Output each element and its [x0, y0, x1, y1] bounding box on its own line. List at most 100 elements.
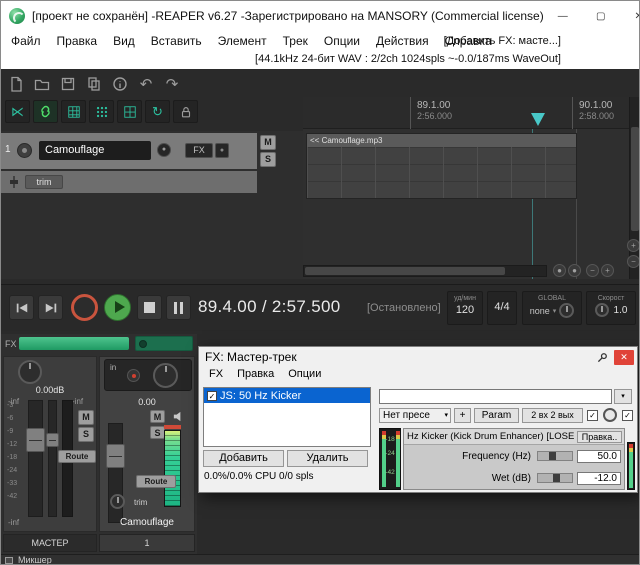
vzoom-in-button[interactable]: +: [627, 239, 640, 252]
master-gain-readout[interactable]: 0.00dB: [4, 385, 96, 395]
media-item-label[interactable]: << Camouflage.mp3: [307, 134, 576, 147]
fx-com ment-field[interactable]: [379, 389, 612, 404]
track-fx-bypass-icon[interactable]: ●: [215, 143, 229, 158]
trim-envelope-button[interactable]: trim: [25, 175, 63, 189]
play-button[interactable]: [104, 294, 131, 321]
channel-fader-handle[interactable]: [106, 444, 125, 468]
playrate-value[interactable]: 1.0: [614, 305, 628, 316]
vertical-scrollbar-thumb[interactable]: [631, 127, 639, 231]
menu-edit[interactable]: Правка: [49, 31, 106, 51]
channel-pan-knob[interactable]: [153, 363, 178, 388]
preset-save-button[interactable]: +: [454, 408, 471, 423]
input-monitor-knob[interactable]: [127, 369, 140, 382]
channel-1-tab[interactable]: 1: [99, 534, 195, 552]
go-to-end-button[interactable]: [38, 295, 63, 320]
slider-handle[interactable]: [549, 452, 556, 460]
hzoom-out-button[interactable]: −: [586, 264, 599, 277]
frequency-value[interactable]: 50.0: [577, 450, 621, 463]
grid-snap-icon[interactable]: [61, 100, 86, 123]
track-header[interactable]: 1 Camouflage ● FX ●: [1, 133, 257, 169]
horizontal-scrollbar-thumb[interactable]: [305, 267, 505, 275]
time-signature-box[interactable]: 4/4: [487, 291, 517, 325]
bpm-value[interactable]: 120: [448, 304, 482, 316]
channel-gain-readout[interactable]: 0.00: [100, 397, 194, 407]
fx-menu-fx[interactable]: FX: [202, 367, 230, 384]
maximize-button[interactable]: ▢: [582, 1, 620, 31]
grid-settings-icon[interactable]: [117, 100, 142, 123]
plugin-edit-button[interactable]: Правка..: [577, 431, 622, 443]
scroll-dot-icon[interactable]: ●: [553, 264, 566, 277]
bpm-box[interactable]: уд/мин 120: [447, 291, 483, 325]
record-arm-button[interactable]: [17, 143, 32, 158]
save-project-icon[interactable]: [57, 73, 79, 95]
mixer-docker-label[interactable]: Микшер: [18, 555, 52, 565]
master-width-handle[interactable]: [46, 433, 59, 447]
time-signature-value[interactable]: 4/4: [488, 292, 516, 322]
trim-envelope-lane[interactable]: trim: [1, 171, 257, 193]
info-icon[interactable]: [109, 73, 131, 95]
frequency-slider[interactable]: [537, 451, 573, 461]
fx-menu-options[interactable]: Опции: [281, 367, 328, 384]
timeline-ruler[interactable]: 89.1.00 2:56.000 90.1.00 2:58.000: [303, 97, 629, 129]
master-fader-handle[interactable]: [26, 428, 45, 452]
menu-actions[interactable]: Действия: [368, 31, 437, 51]
master-fx-insert-bar[interactable]: [19, 337, 129, 350]
master-solo-button[interactable]: S: [78, 427, 94, 442]
fx-delete-button[interactable]: Удалить: [287, 450, 368, 467]
wet-slider[interactable]: [537, 473, 573, 483]
fx-add-button[interactable]: Добавить: [203, 450, 284, 467]
global-automation-box[interactable]: GLOBAL none ▾: [522, 291, 582, 325]
fx-window-close-button[interactable]: ✕: [614, 350, 634, 365]
global-automation-value[interactable]: none: [530, 306, 550, 316]
transport-position[interactable]: 89.4.00 / 2:57.500: [198, 297, 340, 317]
fx-chain-list[interactable]: ✓ JS: 50 Hz Kicker: [203, 387, 371, 447]
menu-file[interactable]: Файл: [3, 31, 49, 51]
menu-track[interactable]: Трек: [275, 31, 316, 51]
fx-field-dropdown-button[interactable]: ▾: [614, 389, 632, 404]
fx-list-item-selected[interactable]: ✓ JS: 50 Hz Kicker: [204, 388, 370, 403]
envelope-link-icon[interactable]: [33, 100, 58, 123]
fx-menu-edit[interactable]: Правка: [230, 367, 281, 384]
fx-enabled-checkbox[interactable]: ✓: [207, 391, 217, 401]
media-item-body[interactable]: [307, 147, 576, 198]
menu-view[interactable]: Вид: [105, 31, 143, 51]
master-tab[interactable]: МАСТЕР: [3, 534, 97, 552]
arrange-view[interactable]: << Camouflage.mp3 ● ● − +: [303, 129, 629, 279]
wet-value[interactable]: -12.0: [577, 472, 621, 485]
menu-insert[interactable]: Вставить: [143, 31, 210, 51]
close-button[interactable]: ✕: [620, 1, 640, 31]
undo-icon[interactable]: ↶: [135, 73, 157, 95]
track-solo-button[interactable]: S: [260, 152, 276, 167]
redo-icon[interactable]: ↷: [161, 73, 183, 95]
media-item[interactable]: << Camouflage.mp3: [306, 133, 577, 199]
channel-fx-insert[interactable]: [135, 336, 193, 351]
open-project-icon[interactable]: [31, 73, 53, 95]
pause-button[interactable]: [166, 295, 191, 320]
preset-dropdown[interactable]: Нет пресе ▾: [379, 408, 451, 423]
io-routing-button[interactable]: 2 вх 2 вых: [522, 408, 583, 423]
speaker-icon[interactable]: [172, 410, 185, 423]
vzoom-out-button[interactable]: −: [627, 255, 640, 268]
track-fx-button[interactable]: FX: [185, 143, 213, 158]
channel-route-button[interactable]: Route: [136, 475, 176, 488]
fx-online-checkbox[interactable]: ✓: [622, 410, 633, 421]
pin-icon[interactable]: [597, 352, 608, 363]
track-routing-button[interactable]: ●: [157, 143, 171, 157]
mouse-edit-mode-icon[interactable]: ⋉: [5, 100, 30, 123]
master-pan-knob[interactable]: [18, 360, 42, 384]
stop-button[interactable]: [137, 295, 162, 320]
menu-item[interactable]: Элемент: [210, 31, 275, 51]
minimize-button[interactable]: —: [544, 1, 582, 31]
master-width-fader[interactable]: [48, 400, 57, 517]
lock-icon[interactable]: [173, 100, 198, 123]
menu-options[interactable]: Опции: [316, 31, 368, 51]
loop-toggle-icon[interactable]: ↻: [145, 100, 170, 123]
record-button[interactable]: [71, 294, 98, 321]
fx-bypass-checkbox[interactable]: ✓: [587, 410, 598, 421]
playrate-knob[interactable]: [595, 303, 609, 317]
fx-window-titlebar[interactable]: FX: Мастер-трек ✕: [199, 347, 637, 367]
channel-solo-button[interactable]: S: [150, 426, 165, 439]
grid-dots-icon[interactable]: [89, 100, 114, 123]
trim-knob[interactable]: [110, 494, 125, 509]
global-automation-knob[interactable]: [559, 303, 574, 318]
